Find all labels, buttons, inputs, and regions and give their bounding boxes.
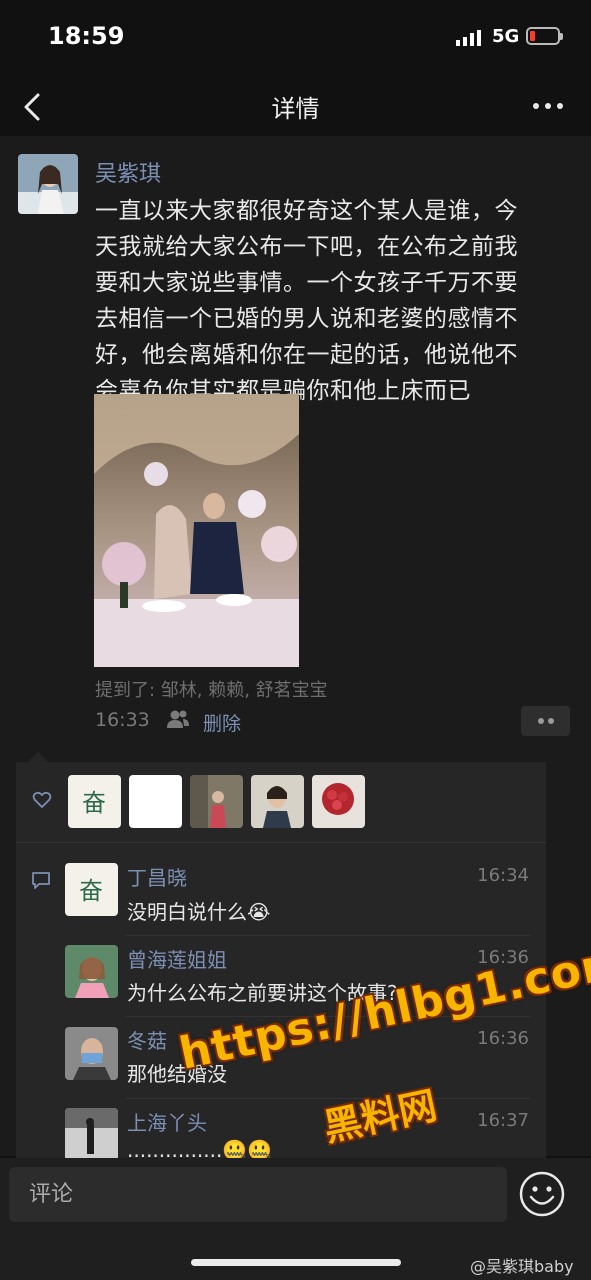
post-text-line: 要和大家说些事情。一个女孩子千万不要 [95, 270, 518, 296]
comment-text-body: 没明白说什么 [127, 900, 247, 924]
liker-avatar[interactable] [129, 775, 182, 828]
liker-avatar[interactable]: 奋 [68, 775, 121, 828]
commenter-name[interactable]: 冬菇 [127, 1025, 167, 1054]
home-indicator [191, 1259, 401, 1266]
box-pointer [28, 752, 48, 762]
commenter-name[interactable]: 曾海莲姐姐 [127, 944, 227, 973]
post-text: 一直以来大家都很好奇这个某人是谁，今 天我就给大家公布一下吧，在公布之前我 要和… [95, 193, 570, 409]
page-title: 详情 [271, 95, 320, 123]
svg-text:奋: 奋 [82, 789, 106, 817]
status-time: 18:59 [48, 22, 125, 50]
author-avatar[interactable] [18, 154, 78, 214]
smiley-icon[interactable] [518, 1170, 566, 1218]
post-text-line: 天我就给大家公布一下吧，在公布之前我 [95, 234, 518, 260]
commenter-avatar[interactable] [65, 945, 118, 998]
nav-bar: 详情 [0, 76, 591, 136]
network-label: 5G [492, 26, 520, 47]
battery-icon [526, 27, 563, 45]
heart-icon [32, 791, 52, 809]
commenter-avatar[interactable]: 奋 [65, 863, 118, 916]
source-watermark: @吴紫琪baby [470, 1257, 574, 1276]
mentions-text: 提到了: 邹林, 赖赖, 舒茗宝宝 [95, 680, 328, 701]
divider [16, 842, 546, 843]
commenter-avatar[interactable] [65, 1108, 118, 1161]
comment-action-button[interactable] [521, 706, 570, 736]
delete-link[interactable]: 删除 [203, 709, 241, 736]
more-icon[interactable] [532, 100, 564, 112]
commenter-avatar[interactable] [65, 1027, 118, 1080]
comment-time: 16:34 [477, 865, 529, 886]
signal-icon [456, 30, 481, 46]
post-text-line: 一直以来大家都很好奇这个某人是谁，今 [95, 198, 518, 224]
liker-avatar[interactable] [312, 775, 365, 828]
comment-time: 16:36 [477, 1028, 529, 1049]
comment-time: 16:37 [477, 1110, 529, 1131]
post-text-line: 去相信一个已婚的男人说和老婆的感情不 [95, 306, 518, 332]
author-name[interactable]: 吴紫琪 [95, 156, 161, 188]
post-photo[interactable] [94, 394, 299, 667]
crying-emoji-icon: 😭 [247, 900, 271, 924]
commenter-name[interactable]: 丁昌晓 [127, 862, 187, 891]
divider [126, 935, 530, 936]
comment-icon [32, 872, 50, 889]
post-text-line: 好，他会离婚和你在一起的话，他说他不 [95, 342, 518, 368]
liker-avatar[interactable] [190, 775, 243, 828]
people-icon[interactable] [166, 708, 190, 730]
post-time: 16:33 [95, 709, 150, 731]
commenter-name[interactable]: 上海丫头 [127, 1107, 207, 1136]
comment-input[interactable] [9, 1167, 507, 1222]
svg-text:奋: 奋 [79, 877, 103, 905]
comment-text: 没明白说什么😭 [127, 896, 270, 925]
liker-avatar[interactable] [251, 775, 304, 828]
